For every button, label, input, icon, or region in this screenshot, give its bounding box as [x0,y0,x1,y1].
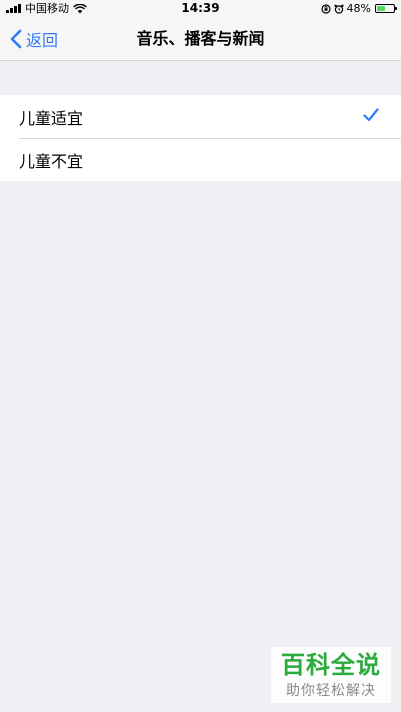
watermark: 百科全说 助你轻松解决 [271,647,391,703]
watermark-title: 百科全说 [281,651,381,679]
watermark-subtitle: 助你轻松解决 [286,683,376,699]
battery-icon [375,4,397,13]
battery-level [377,6,385,11]
status-right: 48% [320,0,397,17]
page-title: 音乐、播客与新闻 [136,29,265,48]
option-label: 儿童不宜 [19,151,84,171]
checkmark-icon [363,108,379,122]
alarm-icon [333,4,344,14]
orientation-lock-icon [320,3,331,14]
battery-percent: 48% [346,2,371,15]
status-bar: 中国移动 14:39 48% [0,0,401,17]
rating-options-list: 儿童适宜 儿童不宜 [0,95,401,181]
option-explicit[interactable]: 儿童不宜 [0,138,401,181]
option-label: 儿童适宜 [19,108,84,128]
option-clean[interactable]: 儿童适宜 [0,95,401,138]
navigation-bar: 返回 音乐、播客与新闻 [0,17,401,61]
